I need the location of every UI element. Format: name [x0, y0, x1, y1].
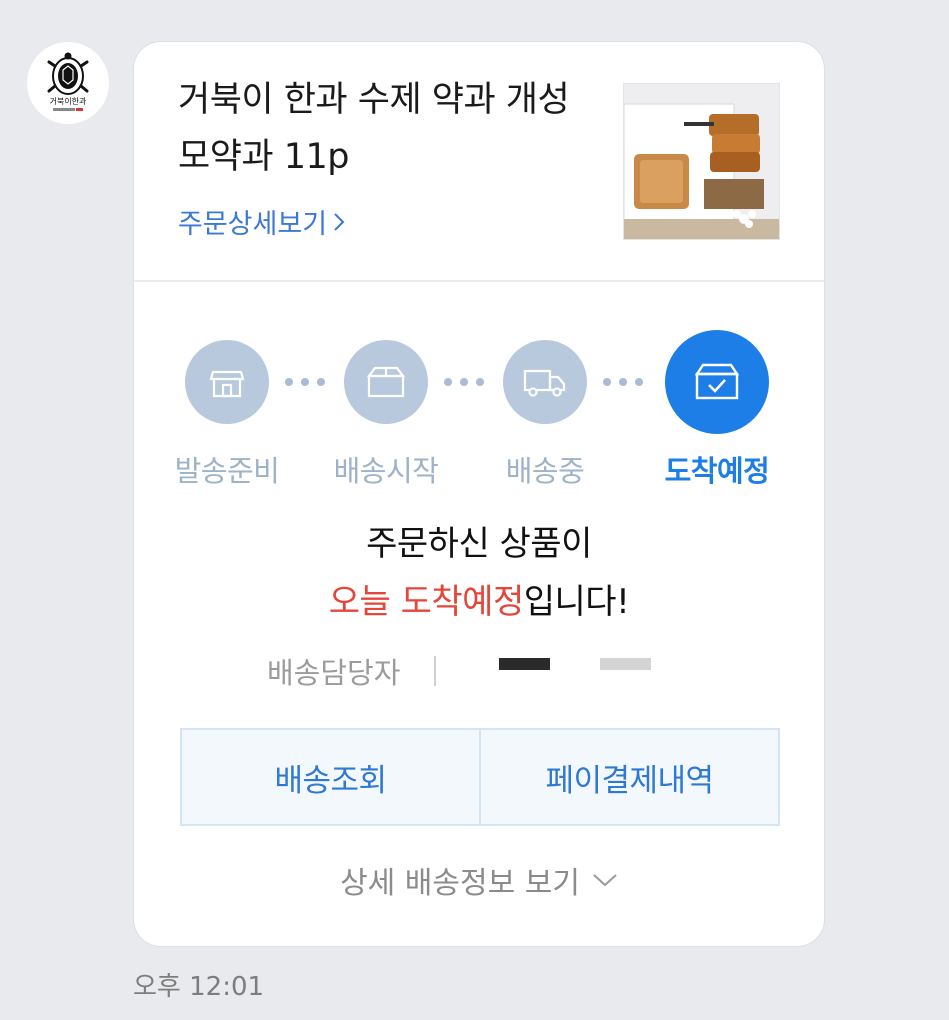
redacted-name	[499, 658, 550, 670]
delivery-notification-card: 거북이 한과 수제 약과 개성모약과 11p 주문상세보기 발송준비 배송시작 …	[133, 41, 825, 947]
courier-separator	[434, 656, 436, 686]
avatar-logo-text: 거북이한과	[50, 96, 87, 106]
step-label: 배송중	[505, 454, 585, 488]
yakgwa-product-image	[624, 84, 779, 239]
step-label: 배송시작	[333, 454, 439, 488]
step-arriving: 도착예정	[637, 330, 797, 490]
box-icon	[344, 340, 428, 424]
sender-avatar[interactable]: 거북이한과	[27, 42, 109, 124]
courier-info: 배송담당자	[267, 650, 717, 686]
product-thumbnail[interactable]	[623, 83, 780, 240]
order-detail-link-label: 주문상세보기	[178, 209, 328, 240]
status-message-line2: 오늘 도착예정입니다!	[134, 574, 824, 630]
more-info-label: 상세 배송정보 보기	[340, 866, 580, 901]
more-delivery-info-toggle[interactable]: 상세 배송정보 보기	[134, 858, 824, 902]
status-highlight: 오늘 도착예정	[328, 582, 525, 622]
card-divider	[134, 280, 824, 282]
courier-label: 배송담당자	[267, 656, 401, 686]
pay-history-button[interactable]: 페이결제내역	[479, 730, 778, 824]
redacted-phone	[600, 658, 651, 670]
step-label-active: 도착예정	[664, 454, 770, 488]
box-check-icon	[665, 330, 769, 434]
turtle-logo-icon: 거북이한과	[47, 52, 89, 111]
message-timestamp: 오후 12:01	[133, 972, 265, 1002]
truck-icon	[503, 340, 587, 424]
step-label: 발송준비	[174, 454, 280, 488]
step-in-transit: 배송중	[465, 340, 625, 490]
order-detail-link[interactable]: 주문상세보기	[178, 202, 345, 241]
track-delivery-button[interactable]: 배송조회	[182, 730, 479, 824]
product-title: 거북이 한과 수제 약과 개성모약과 11p	[178, 80, 570, 177]
chevron-right-icon	[334, 212, 345, 231]
store-icon	[185, 340, 269, 424]
action-buttons: 배송조회 페이결제내역	[180, 728, 780, 826]
status-suffix: 입니다!	[523, 582, 630, 622]
step-ready-to-ship: 발송준비	[147, 340, 307, 490]
step-shipping-started: 배송시작	[306, 340, 466, 490]
status-message-line1: 주문하신 상품이	[366, 524, 592, 564]
chevron-down-icon	[593, 874, 617, 887]
